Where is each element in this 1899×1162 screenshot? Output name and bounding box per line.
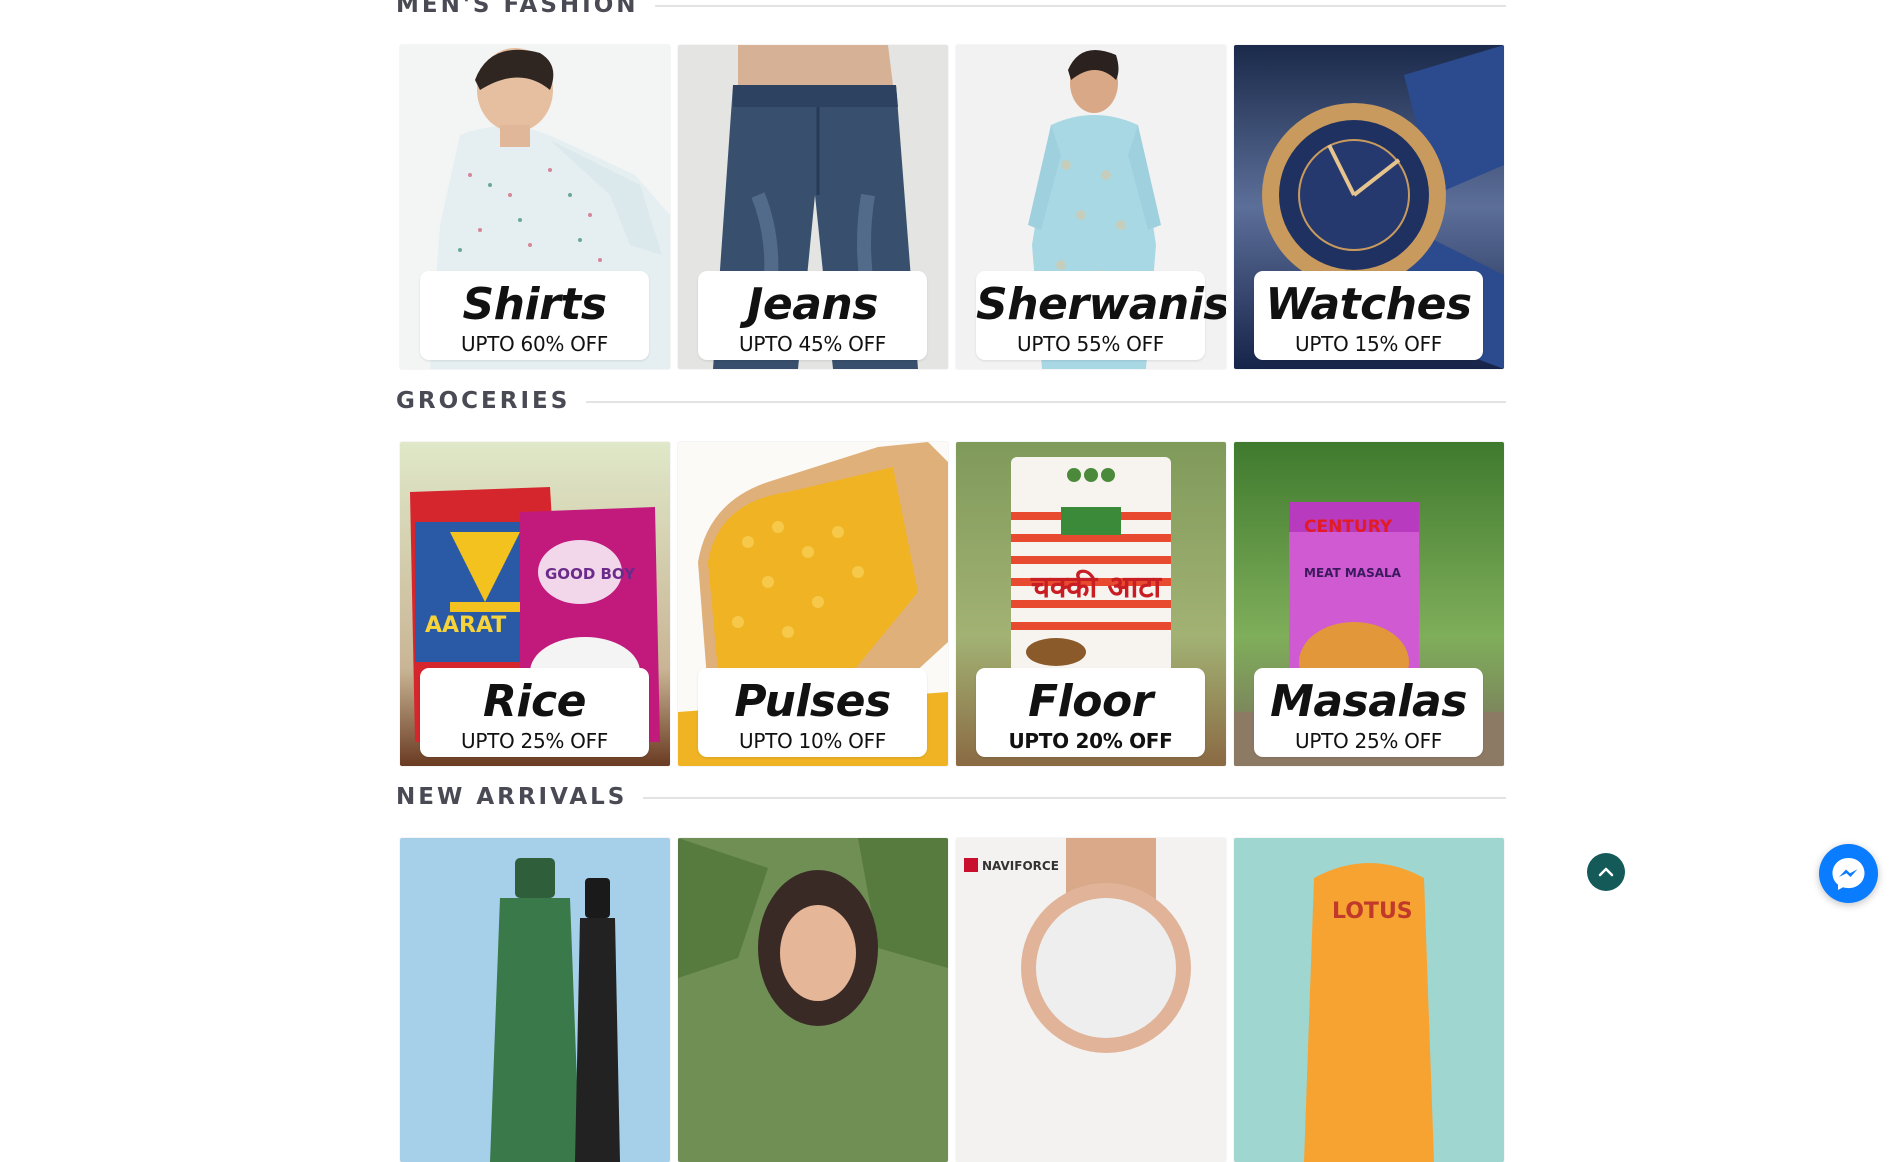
section-header-mens-fashion: MEN'S FASHION: [396, 0, 1506, 20]
category-card-floor[interactable]: चक्की आटा Floor UPTO 20% OFF: [956, 442, 1226, 766]
category-card-rice[interactable]: AARAT GOOD BOY Rice UPTO 25% OFF: [400, 442, 670, 766]
category-name: Floor: [1028, 676, 1153, 727]
category-name: Watches: [1265, 279, 1472, 330]
category-badge: Pulses UPTO 10% OFF: [698, 668, 927, 757]
section-title: NEW ARRIVALS: [396, 782, 644, 812]
hair-oil-bottles-photo: [400, 838, 670, 1162]
category-offer: UPTO 10% OFF: [739, 729, 886, 753]
brand-label: NAVIFORCE: [982, 859, 1059, 873]
category-badge: Watches UPTO 15% OFF: [1254, 271, 1483, 360]
category-name: Shirts: [462, 279, 607, 330]
home-page: MEN'S FASHION Shirts UPTO 60% OFF Jeans …: [0, 0, 1899, 1162]
naviforce-watch-photo: NAVIFORCE: [956, 838, 1226, 1162]
pack-label: CENTURY: [1304, 517, 1393, 537]
category-offer: UPTO 20% OFF: [1008, 729, 1173, 753]
category-offer: UPTO 25% OFF: [1295, 729, 1442, 753]
category-name: Masalas: [1270, 676, 1467, 727]
section-divider: [601, 5, 1506, 7]
section-title: GROCERIES: [396, 386, 587, 416]
category-badge: Sherwanis UPTO 55% OFF: [976, 271, 1226, 360]
product-card[interactable]: [678, 838, 948, 1162]
category-name: Rice: [483, 676, 586, 727]
chevron-up-icon: [1598, 867, 1614, 877]
pack-label: GOOD BOY: [545, 565, 636, 583]
category-card-jeans[interactable]: Jeans UPTO 45% OFF: [678, 45, 948, 369]
category-offer: UPTO 60% OFF: [461, 332, 608, 356]
category-badge: Rice UPTO 25% OFF: [420, 668, 649, 757]
product-card[interactable]: NAVIFORCE: [956, 838, 1226, 1162]
messenger-icon: [1832, 858, 1865, 890]
section-title: MEN'S FASHION: [396, 0, 655, 20]
category-offer: UPTO 45% OFF: [739, 332, 886, 356]
section-divider: [554, 401, 1506, 403]
category-card-shirts[interactable]: Shirts UPTO 60% OFF: [400, 45, 670, 369]
messenger-chat-button[interactable]: [1819, 844, 1878, 903]
lotus-sunscreen-photo: LOTUS: [1234, 838, 1504, 1162]
category-badge: Masalas UPTO 25% OFF: [1254, 668, 1483, 757]
category-badge: Jeans UPTO 45% OFF: [698, 271, 927, 360]
category-offer: UPTO 55% OFF: [1017, 332, 1164, 356]
category-name: Pulses: [734, 676, 891, 727]
section-header-groceries: GROCERIES: [396, 386, 1506, 416]
scroll-to-top-button[interactable]: [1587, 853, 1625, 891]
section-header-new-arrivals: NEW ARRIVALS: [396, 782, 1506, 812]
brand-label: LOTUS: [1332, 899, 1413, 924]
category-card-pulses[interactable]: Pulses UPTO 10% OFF: [678, 442, 948, 766]
pack-label: AARAT: [425, 613, 506, 638]
pack-label: MEAT MASALA: [1304, 566, 1402, 580]
category-card-sherwanis[interactable]: Sherwanis UPTO 55% OFF: [956, 45, 1226, 369]
product-card[interactable]: LOTUS: [1234, 838, 1504, 1162]
category-card-watches[interactable]: Watches UPTO 15% OFF: [1234, 45, 1504, 369]
category-name: Sherwanis: [976, 279, 1226, 330]
woman-earrings-photo: [678, 838, 948, 1162]
category-offer: UPTO 15% OFF: [1295, 332, 1442, 356]
category-card-masalas[interactable]: CENTURY MEAT MASALA Masalas UPTO 25% OFF: [1234, 442, 1504, 766]
category-offer: UPTO 25% OFF: [461, 729, 608, 753]
pack-label: चक्की आटा: [1030, 569, 1162, 605]
section-divider: [591, 797, 1506, 799]
category-badge: Shirts UPTO 60% OFF: [420, 271, 649, 360]
category-name: Jeans: [747, 279, 878, 330]
category-badge: Floor UPTO 20% OFF: [976, 668, 1205, 757]
product-card[interactable]: [400, 838, 670, 1162]
